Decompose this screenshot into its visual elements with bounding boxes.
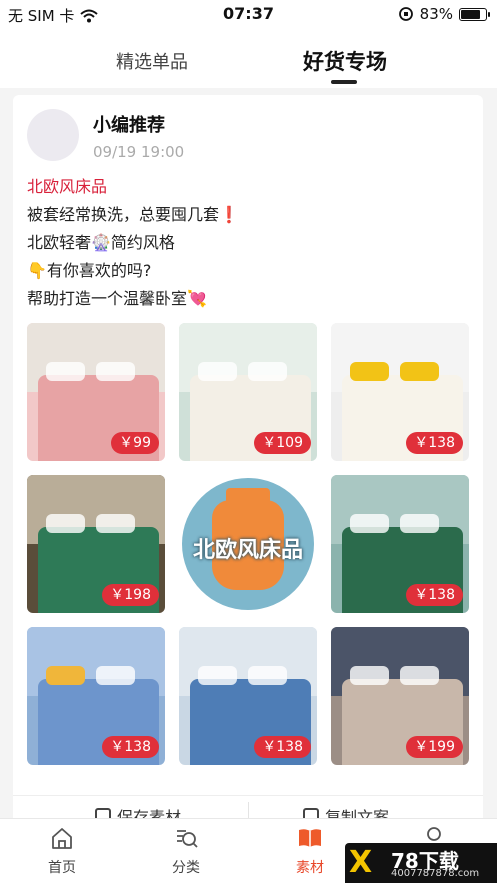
post-title: 北欧风床品 xyxy=(27,177,108,196)
brand-logo-image[interactable]: 北欧风床品 xyxy=(179,475,317,613)
author-name: 小编推荐 xyxy=(93,115,165,136)
nav-label: 素材 xyxy=(296,860,324,876)
nav-material[interactable]: 素材 xyxy=(270,825,350,877)
post-line: 被套经常换洗，总要囤几套❗️ xyxy=(27,205,239,224)
product-image[interactable]: ￥198 xyxy=(27,475,165,613)
status-bar: 无 SIM 卡 07:37 83% xyxy=(0,0,497,28)
watermark-url: 4007787878.com xyxy=(391,868,480,879)
product-image[interactable]: ￥99 xyxy=(27,323,165,461)
battery-icon xyxy=(459,7,490,21)
product-image[interactable]: ￥199 xyxy=(331,627,469,765)
battery-fill xyxy=(461,9,481,19)
book-icon xyxy=(297,825,323,851)
post-line: 北欧轻奢🎡简约风格 xyxy=(27,233,175,252)
post-card: 小编推荐 09/19 19:00 北欧风床品 被套经常换洗，总要囤几套❗️ 北欧… xyxy=(13,95,483,835)
battery-percent: 83% xyxy=(419,5,453,23)
watermark-logo: X 78下载 4007787878.com xyxy=(345,843,497,883)
tab-good-deals[interactable]: 好货专场 xyxy=(303,46,387,76)
avatar[interactable] xyxy=(27,109,79,161)
watermark-mark: X xyxy=(349,845,373,880)
price-tag: ￥99 xyxy=(111,432,159,454)
product-image[interactable]: ￥138 xyxy=(179,627,317,765)
price-tag: ￥138 xyxy=(406,584,463,606)
product-image[interactable]: ￥138 xyxy=(27,627,165,765)
post-line: 帮助打造一个温馨卧室💘 xyxy=(27,289,207,308)
price-tag: ￥199 xyxy=(406,736,463,758)
nav-label: 分类 xyxy=(172,860,200,876)
product-image[interactable]: ￥109 xyxy=(179,323,317,461)
product-image[interactable]: ￥138 xyxy=(331,475,469,613)
nav-home[interactable]: 首页 xyxy=(22,825,102,877)
post-line: 👇有你喜欢的吗? xyxy=(27,261,152,280)
orientation-lock-icon xyxy=(398,7,413,21)
price-tag: ￥138 xyxy=(254,736,311,758)
price-tag: ￥109 xyxy=(254,432,311,454)
nav-label: 首页 xyxy=(48,860,76,876)
category-search-icon xyxy=(173,825,199,851)
price-tag: ￥198 xyxy=(102,584,159,606)
tab-featured-items[interactable]: 精选单品 xyxy=(116,48,188,74)
nav-category[interactable]: 分类 xyxy=(146,825,226,877)
top-tabs: 精选单品 好货专场 xyxy=(0,28,497,88)
active-tab-indicator xyxy=(331,80,357,84)
product-image[interactable]: ￥138 xyxy=(331,323,469,461)
brand-logo: 北欧风床品 xyxy=(182,478,314,610)
brand-logo-text: 北欧风床品 xyxy=(192,538,303,563)
post-date: 09/19 19:00 xyxy=(93,143,185,161)
price-tag: ￥138 xyxy=(406,432,463,454)
price-tag: ￥138 xyxy=(102,736,159,758)
home-icon xyxy=(49,825,75,851)
